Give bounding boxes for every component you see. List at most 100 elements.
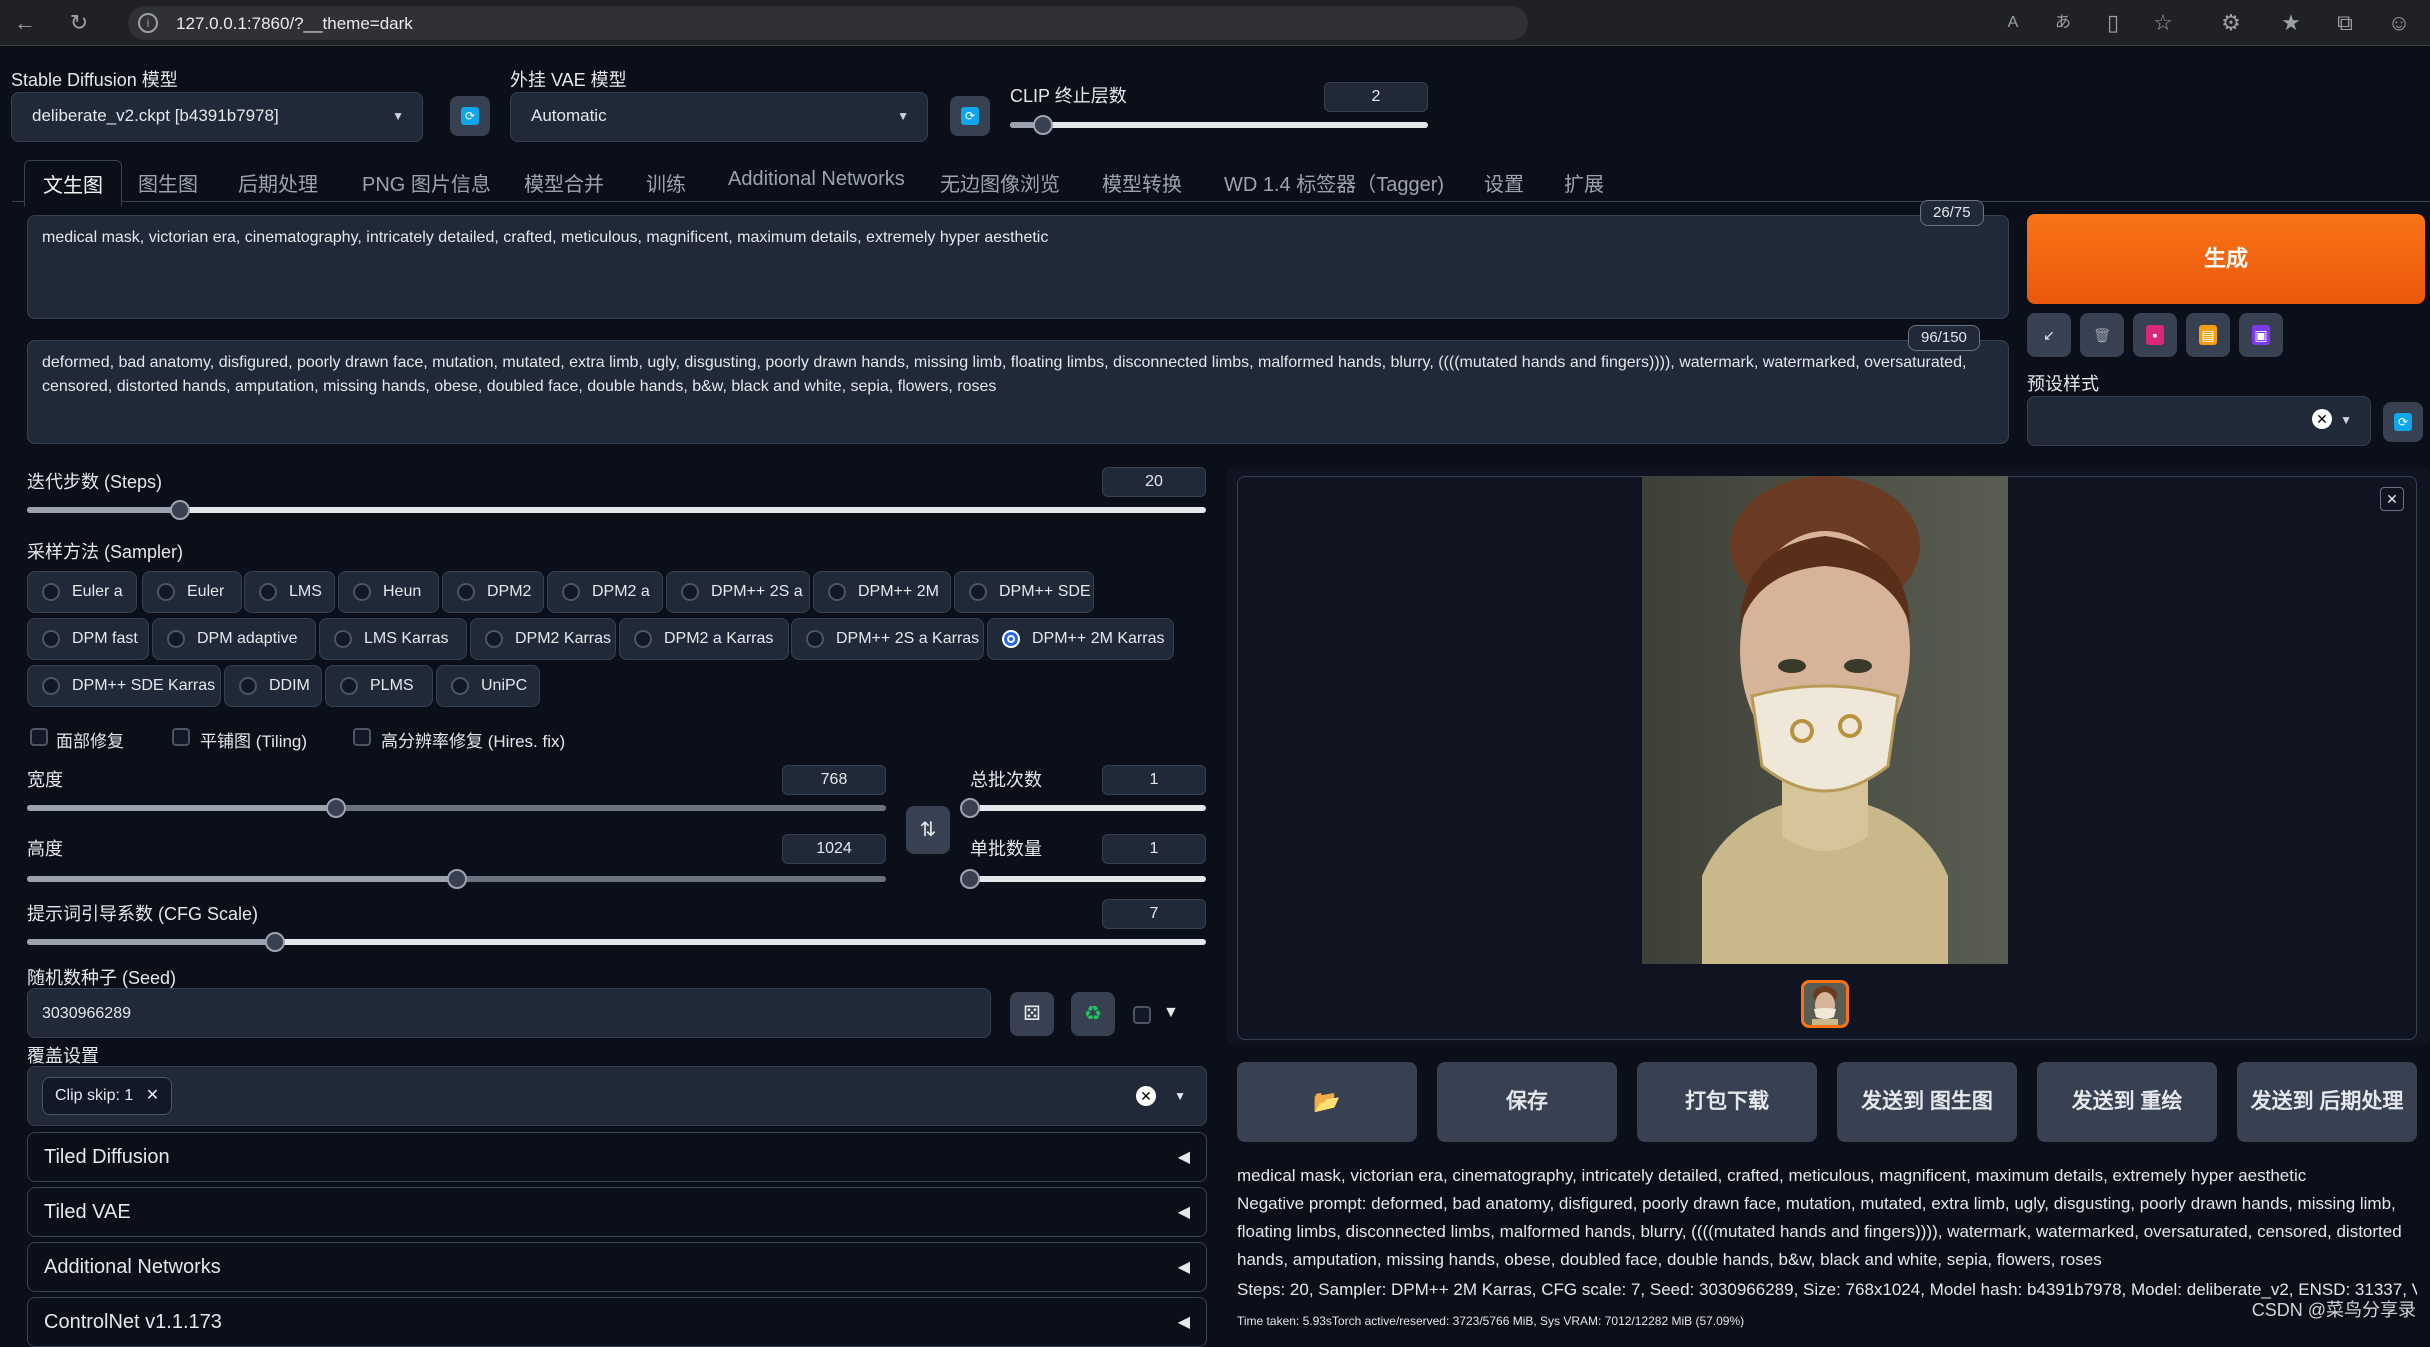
action-button-1[interactable]: 保存 bbox=[1437, 1062, 1617, 1142]
sampler-option[interactable]: DPM++ SDE Karras bbox=[27, 665, 221, 707]
tab-9[interactable]: 模型转换 bbox=[1102, 168, 1182, 197]
height-slider[interactable] bbox=[27, 869, 886, 889]
sampler-option[interactable]: DPM adaptive bbox=[152, 618, 316, 660]
extra-seed-checkbox[interactable] bbox=[1133, 1006, 1151, 1024]
sampler-option[interactable]: Euler a bbox=[27, 571, 137, 613]
swap-dimensions-button[interactable]: ⇅ bbox=[906, 806, 950, 854]
read-params-button[interactable]: ↙ bbox=[2027, 313, 2071, 357]
slider-thumb[interactable] bbox=[1033, 115, 1054, 135]
slider-thumb[interactable] bbox=[446, 869, 467, 889]
clip-skip-chip[interactable]: Clip skip: 1 ✕ bbox=[42, 1077, 173, 1115]
reuse-seed-button[interactable]: ♻ bbox=[1071, 992, 1115, 1036]
back-icon[interactable]: ← bbox=[10, 8, 40, 38]
slider-thumb[interactable] bbox=[264, 932, 285, 952]
tab-4[interactable]: PNG 图片信息 bbox=[362, 168, 491, 197]
reload-icon[interactable]: ↻ bbox=[64, 8, 94, 38]
sampler-option[interactable]: DPM2 bbox=[442, 571, 544, 613]
face-restore-checkbox[interactable] bbox=[30, 728, 48, 746]
address-bar[interactable]: i 127.0.0.1:7860/?__theme=dark bbox=[128, 6, 1528, 40]
translate-icon[interactable]: あ bbox=[2048, 8, 2078, 38]
prompt-input[interactable]: medical mask, victorian era, cinematogra… bbox=[27, 215, 2009, 319]
accordion-2[interactable]: Tiled VAE ◀ bbox=[27, 1187, 1207, 1237]
tab-2[interactable]: 图生图 bbox=[138, 168, 198, 197]
clear-prompt-button[interactable]: 🗑 bbox=[2080, 313, 2124, 357]
info-icon[interactable]: i bbox=[138, 13, 158, 33]
steps-slider[interactable] bbox=[27, 500, 1206, 520]
negative-prompt-input[interactable]: deformed, bad anatomy, disfigured, poorl… bbox=[27, 340, 2009, 444]
sampler-option[interactable]: DPM++ 2M Karras bbox=[987, 618, 1174, 660]
tiling-checkbox[interactable] bbox=[172, 728, 190, 746]
favorites-icon[interactable]: ★ bbox=[2276, 8, 2306, 38]
sampler-option[interactable]: UniPC bbox=[436, 665, 540, 707]
tab-5[interactable]: 模型合并 bbox=[524, 168, 604, 197]
accordion-1[interactable]: Tiled Diffusion ◀ bbox=[27, 1132, 1207, 1182]
override-settings-field[interactable]: Clip skip: 1 ✕ ✕ ▼ bbox=[27, 1066, 1207, 1126]
tab-10[interactable]: WD 1.4 标签器（Tagger) bbox=[1224, 168, 1444, 197]
tab-8[interactable]: 无边图像浏览 bbox=[940, 168, 1060, 197]
tab-6[interactable]: 训练 bbox=[646, 168, 686, 197]
clip-slider[interactable] bbox=[1010, 115, 1428, 135]
width-input[interactable]: 768 bbox=[782, 765, 886, 795]
tab-12[interactable]: 扩展 bbox=[1564, 168, 1604, 197]
hires-fix-checkbox[interactable] bbox=[353, 728, 371, 746]
close-image-button[interactable]: ✕ bbox=[2380, 487, 2404, 511]
batch-count-slider[interactable] bbox=[960, 798, 1206, 818]
batch-size-slider[interactable] bbox=[960, 869, 1206, 889]
accordion-4[interactable]: ControlNet v1.1.173 ◀ bbox=[27, 1297, 1207, 1347]
action-button-2[interactable]: 打包下载 bbox=[1637, 1062, 1817, 1142]
tab-7[interactable]: Additional Networks bbox=[728, 168, 905, 191]
open-folder-button[interactable]: 📂 bbox=[1237, 1062, 1417, 1142]
sampler-option[interactable]: PLMS bbox=[325, 665, 433, 707]
clip-input[interactable]: 2 bbox=[1324, 82, 1428, 112]
star-icon[interactable]: ☆ bbox=[2148, 8, 2178, 38]
refresh-vae-button[interactable]: ⟳ bbox=[950, 96, 990, 136]
tab-1[interactable]: 文生图 bbox=[24, 160, 122, 207]
generated-image[interactable] bbox=[1642, 476, 2008, 964]
sampler-option[interactable]: DPM++ 2M bbox=[813, 571, 951, 613]
sampler-option[interactable]: DPM2 Karras bbox=[470, 618, 616, 660]
seed-input[interactable]: 3030966289 bbox=[27, 988, 991, 1038]
sampler-option[interactable]: DPM2 a Karras bbox=[619, 618, 789, 660]
sampler-option[interactable]: DPM++ 2S a Karras bbox=[791, 618, 984, 660]
sampler-option[interactable]: DPM2 a bbox=[547, 571, 663, 613]
extensions-icon[interactable]: ⚙ bbox=[2216, 8, 2246, 38]
action-button-3[interactable]: 发送到 图生图 bbox=[1837, 1062, 2017, 1142]
apply-style-button[interactable]: ▤ bbox=[2186, 313, 2230, 357]
accordion-3[interactable]: Additional Networks ◀ bbox=[27, 1242, 1207, 1292]
cfg-input[interactable]: 7 bbox=[1102, 899, 1206, 929]
batch-size-input[interactable]: 1 bbox=[1102, 834, 1206, 864]
image-thumbnail[interactable] bbox=[1801, 980, 1849, 1028]
sampler-option[interactable]: LMS bbox=[244, 571, 335, 613]
preset-dropdown[interactable]: ✕ ▼ bbox=[2027, 396, 2371, 446]
clear-icon[interactable]: ✕ bbox=[2312, 409, 2332, 429]
random-seed-button[interactable]: ⚄ bbox=[1010, 992, 1054, 1036]
refresh-styles-button[interactable]: ⟳ bbox=[2383, 402, 2423, 442]
sampler-option[interactable]: DPM++ SDE bbox=[954, 571, 1094, 613]
save-style-button[interactable]: ▣ bbox=[2239, 313, 2283, 357]
expand-triangle-icon[interactable]: ▼ bbox=[1163, 1004, 1179, 1022]
sampler-option[interactable]: DPM++ 2S a bbox=[666, 571, 810, 613]
action-button-4[interactable]: 发送到 重绘 bbox=[2037, 1062, 2217, 1142]
read-aloud-icon[interactable]: A bbox=[1998, 8, 2028, 38]
cfg-slider[interactable] bbox=[27, 932, 1206, 952]
sampler-option[interactable]: DDIM bbox=[224, 665, 322, 707]
slider-thumb[interactable] bbox=[960, 798, 980, 818]
generate-button[interactable]: 生成 bbox=[2027, 214, 2425, 304]
slider-thumb[interactable] bbox=[960, 869, 980, 889]
sampler-option[interactable]: DPM fast bbox=[27, 618, 149, 660]
sampler-option[interactable]: Euler bbox=[142, 571, 242, 613]
sampler-option[interactable]: LMS Karras bbox=[319, 618, 467, 660]
refresh-model-button[interactable]: ⟳ bbox=[450, 96, 490, 136]
sampler-option[interactable]: Heun bbox=[338, 571, 439, 613]
vae-dropdown[interactable]: Automatic ▼ bbox=[510, 92, 928, 142]
close-icon[interactable]: ✕ bbox=[146, 1087, 159, 1104]
height-input[interactable]: 1024 bbox=[782, 834, 886, 864]
slider-thumb[interactable] bbox=[170, 500, 191, 520]
tab-3[interactable]: 后期处理 bbox=[238, 168, 318, 197]
extra-networks-button[interactable]: ▪ bbox=[2133, 313, 2177, 357]
profile-icon[interactable]: ☺ bbox=[2384, 8, 2414, 38]
tab-11[interactable]: 设置 bbox=[1484, 168, 1524, 197]
steps-input[interactable]: 20 bbox=[1102, 467, 1206, 497]
slider-thumb[interactable] bbox=[326, 798, 347, 818]
model-dropdown[interactable]: deliberate_v2.ckpt [b4391b7978] ▼ bbox=[11, 92, 423, 142]
